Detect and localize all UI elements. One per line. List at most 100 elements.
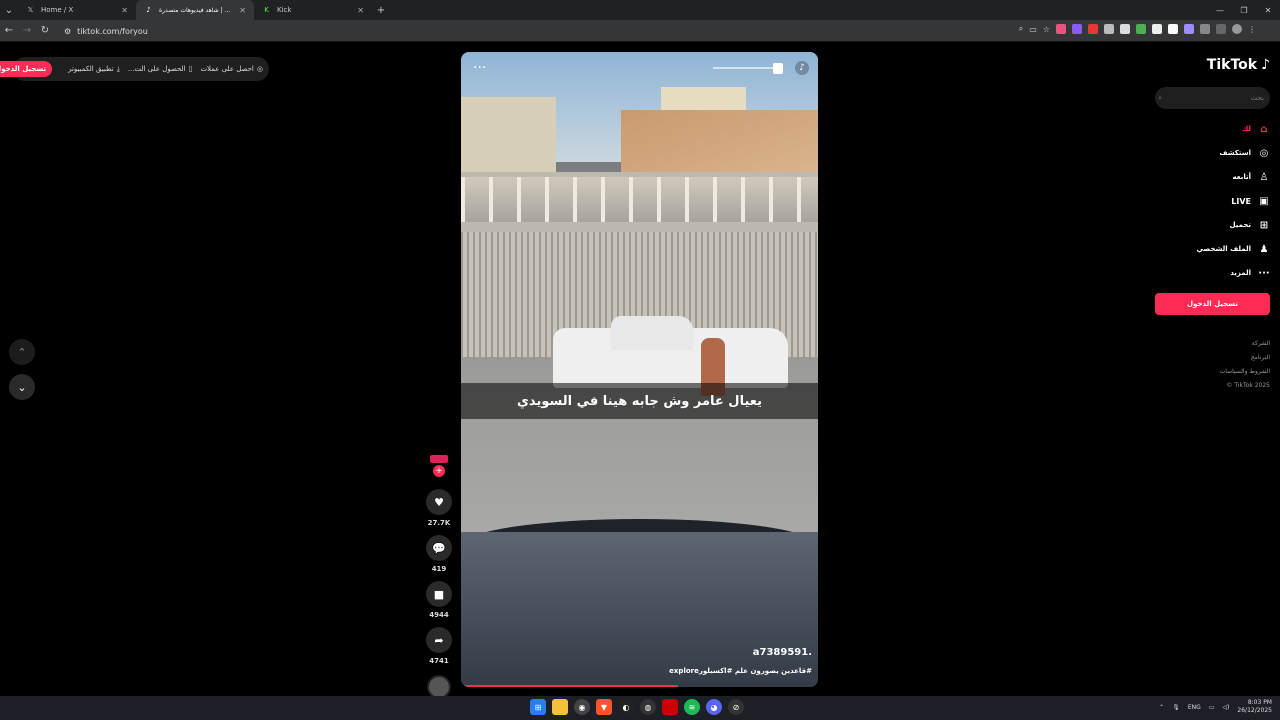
author-avatar[interactable] <box>430 455 448 463</box>
tab-kick[interactable]: K Kick ✕ <box>254 0 372 20</box>
share-button[interactable]: ➦ <box>426 627 452 653</box>
tiktok-note-icon: ♪ <box>1261 57 1270 73</box>
comment-button[interactable]: 💬 <box>426 535 452 561</box>
close-tab-icon[interactable]: ✕ <box>239 6 246 15</box>
tiktok-logo[interactable]: ♪ TikTok <box>1155 57 1270 73</box>
obs-icon[interactable]: ◐ <box>618 699 634 715</box>
extension-icon[interactable] <box>1152 24 1162 34</box>
sidebar-item-profile[interactable]: ♟ الملف الشخصي <box>1155 237 1270 261</box>
wifi-icon[interactable]: ▭ <box>1209 704 1215 711</box>
next-video-button[interactable]: ⌄ <box>9 374 35 400</box>
footer-link-terms[interactable]: الشروط والسياسات <box>1155 365 1270 379</box>
phone-icon: ▯ <box>188 65 193 73</box>
get-coins-link[interactable]: ◎ احصل على عملات <box>200 65 263 73</box>
get-app-link[interactable]: ▯ الحصول على الت... <box>128 65 193 73</box>
more-options-icon[interactable]: ··· <box>473 60 486 76</box>
back-icon[interactable]: ← <box>0 25 18 36</box>
search-input[interactable] <box>1168 94 1264 102</box>
microphone-icon[interactable]: 🎙 <box>1172 704 1180 711</box>
app-icon[interactable]: ◍ <box>640 699 656 715</box>
save-count: 4944 <box>429 611 449 619</box>
extension-icon[interactable] <box>1136 24 1146 34</box>
volume-knob[interactable] <box>773 63 783 74</box>
menu-icon[interactable]: ⋮ <box>1248 25 1256 34</box>
login-label: تسجيل الدخول <box>0 65 47 73</box>
tiktok-page: ◎ احصل على عملات ▯ الحصول على الت... ⤓ ت… <box>0 43 1280 699</box>
app-icon[interactable] <box>662 699 678 715</box>
volume-slider[interactable] <box>713 67 779 69</box>
more-icon: ··· <box>1258 267 1270 279</box>
close-tab-icon[interactable]: ✕ <box>121 6 128 15</box>
search-icon[interactable]: ⌕ <box>1158 94 1162 103</box>
tab-tiktok[interactable]: ♪ شاهد فيديوهات متصدرة | ... ✕ <box>136 0 254 20</box>
brave-icon[interactable]: ▼ <box>596 699 612 715</box>
tab-title: شاهد فيديوهات متصدرة | ... <box>159 6 231 14</box>
bookmark-star-icon[interactable]: ☆ <box>1043 25 1050 34</box>
extension-icon[interactable] <box>1088 24 1098 34</box>
sidebar-icon[interactable] <box>1216 24 1226 34</box>
mute-icon[interactable]: ♪ <box>795 61 809 75</box>
pc-app-label: تطبيق الكمبيوتر <box>68 65 114 73</box>
sidebar-login-button[interactable]: تسجيل الدخول <box>1155 293 1270 315</box>
video-author[interactable]: a7389591. <box>753 647 812 658</box>
tab-search-icon[interactable]: ⌄ <box>0 5 18 16</box>
sidebar-item-explore[interactable]: ◎ استكشف <box>1155 141 1270 165</box>
avatar[interactable] <box>1232 24 1242 34</box>
minimize-icon[interactable]: — <box>1208 6 1232 15</box>
download-icon: ⤓ <box>116 64 120 73</box>
zoom-icon[interactable]: ⌕ <box>1019 24 1023 34</box>
extension-icon[interactable] <box>1072 24 1082 34</box>
sidebar-item-upload[interactable]: ⊞ تحميل <box>1155 213 1270 237</box>
file-explorer-icon[interactable] <box>552 699 568 715</box>
language-indicator[interactable]: ENG <box>1188 704 1201 711</box>
live-icon: ▣ <box>1259 195 1269 207</box>
video-progress-bar[interactable] <box>463 685 679 687</box>
chrome-icon[interactable]: ◉ <box>574 699 590 715</box>
app-icon[interactable]: ⊘ <box>728 699 744 715</box>
share-icon: ➦ <box>434 633 444 647</box>
close-window-icon[interactable]: ✕ <box>1256 6 1280 15</box>
like-button[interactable]: ♥ <box>426 489 452 515</box>
address-bar: ← → ↻ ⚙ tiktok.com/foryou ⌕ ▭ ☆ ⋮ <box>0 20 1280 42</box>
search-bar[interactable]: ⌕ <box>1155 87 1270 109</box>
new-tab-icon[interactable]: + <box>372 5 390 16</box>
sidebar-item-live[interactable]: ▣ LIVE <box>1155 189 1270 213</box>
tab-home-x[interactable]: 𝕏 Home / X ✕ <box>18 0 136 20</box>
extension-icon[interactable] <box>1184 24 1194 34</box>
top-login-button[interactable]: تسجيل الدخول <box>0 61 53 77</box>
home-icon: ⌂ <box>1260 123 1268 135</box>
extensions-puzzle-icon[interactable] <box>1200 24 1210 34</box>
footer-link-program[interactable]: البرنامج <box>1155 351 1270 365</box>
extension-icon[interactable] <box>1120 24 1130 34</box>
spotify-icon[interactable]: ≋ <box>684 699 700 715</box>
comment-count: 419 <box>431 565 447 573</box>
chevron-up-icon[interactable]: ⌃ <box>1159 704 1164 711</box>
video-player[interactable]: يعيال عامر وش جابه هينا في السويدي ··· ♪… <box>461 52 818 687</box>
get-app-label: الحصول على الت... <box>127 65 186 73</box>
speaker-icon[interactable]: ◁) <box>1222 704 1229 711</box>
save-button[interactable]: ■ <box>426 581 452 607</box>
footer-copyright: TikTok 2025 © <box>1226 382 1270 389</box>
reload-icon[interactable]: ↻ <box>36 25 54 36</box>
url-field[interactable]: ⚙ tiktok.com/foryou <box>58 23 1058 39</box>
sidebar-item-label: المزيد <box>1230 269 1251 277</box>
sidebar-item-following[interactable]: ♙ أتابعه <box>1155 165 1270 189</box>
footer-link-company[interactable]: الشركة <box>1155 337 1270 351</box>
forward-icon[interactable]: → <box>18 25 36 36</box>
extension-icon[interactable] <box>1056 24 1066 34</box>
previous-video-button[interactable]: ⌃ <box>9 339 35 365</box>
extension-icon[interactable] <box>1168 24 1178 34</box>
site-info-icon[interactable]: ⚙ <box>64 27 71 36</box>
pc-app-link[interactable]: ⤓ تطبيق الكمبيوتر <box>68 65 120 74</box>
extension-icon[interactable] <box>1104 24 1114 34</box>
sidebar-item-more[interactable]: ··· المزيد <box>1155 261 1270 285</box>
windows-start-icon[interactable]: ⊞ <box>530 699 546 715</box>
maximize-icon[interactable]: ❐ <box>1232 6 1256 15</box>
sidebar-item-for-you[interactable]: ⌂ لك <box>1155 117 1270 141</box>
login-label: تسجيل الدخول <box>1187 300 1238 308</box>
follow-button[interactable]: + <box>433 465 445 477</box>
cast-icon[interactable]: ▭ <box>1029 25 1037 34</box>
close-tab-icon[interactable]: ✕ <box>357 6 364 15</box>
clock[interactable]: 8:03 PM 26/12/2025 <box>1237 699 1272 715</box>
discord-icon[interactable]: ◕ <box>706 699 722 715</box>
